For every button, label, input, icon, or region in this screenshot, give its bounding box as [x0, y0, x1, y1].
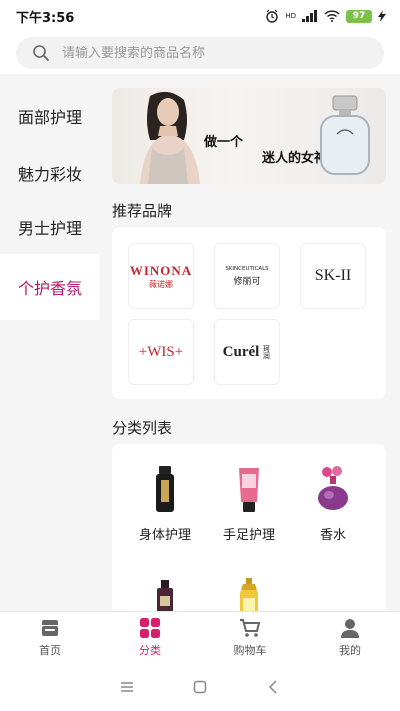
category-label: 手足护理: [222, 528, 275, 543]
tab-label: 分类: [139, 644, 161, 657]
tab-label: 购物车: [233, 644, 267, 657]
category-perfume[interactable]: 香水: [288, 464, 378, 543]
brand-skinceuticals[interactable]: SKINCEUTICALS 修丽可: [214, 243, 280, 309]
banner-slogan-line1: 做一个: [204, 135, 244, 150]
sidebar-item-label: 男士护理: [18, 219, 83, 238]
category-sidebar: 面部护理 魅力彩妆 男士护理 个护香氛: [0, 86, 99, 611]
brand-grid: WINONA 薇诺娜 SKINCEUTICALS 修丽可 SK-II +WIS+…: [112, 227, 386, 399]
back-button[interactable]: [253, 680, 293, 694]
brand-winona[interactable]: WINONA 薇诺娜: [128, 243, 194, 309]
main-content: 做一个 迷人的女神 推荐品牌 WINONA 薇诺娜 SKINCEUTICALS …: [99, 74, 400, 611]
hair-oil-bottle-icon: [157, 580, 173, 611]
category-item-4[interactable]: [120, 578, 210, 611]
signal-icon: [302, 10, 317, 22]
wifi-icon: [324, 10, 340, 22]
category-item-5[interactable]: [204, 578, 294, 611]
category-hand-foot-care[interactable]: 手足护理: [204, 464, 294, 543]
tab-label: 首页: [39, 644, 61, 657]
sidebar-item-personal-fragrance[interactable]: 个护香氛: [0, 254, 99, 320]
tab-label: 我的: [339, 644, 361, 657]
shampoo-bottle-icon: [240, 578, 258, 611]
category-body-care[interactable]: 身体护理: [120, 464, 210, 543]
black-bottle-icon: [156, 466, 174, 512]
category-grid: 身体护理 手足护理 香水: [112, 444, 386, 611]
brands-section-title: 推荐品牌: [112, 202, 173, 220]
promo-banner[interactable]: 做一个 迷人的女神: [112, 88, 386, 184]
status-bar: 下午3:56 HD 97: [0, 0, 400, 32]
home-button[interactable]: [180, 680, 220, 694]
tab-category[interactable]: 分类: [100, 612, 200, 663]
sidebar-item-label: 魅力彩妆: [18, 165, 83, 184]
category-label: 香水: [319, 528, 346, 543]
bottom-tab-bar: 首页 分类 购物车 我的: [0, 611, 400, 663]
brand-name: +WIS+: [138, 343, 184, 360]
user-icon: [341, 619, 359, 638]
brand-subtitle: 修丽可: [233, 276, 261, 287]
status-icons: HD 97: [265, 9, 386, 23]
brand-logo-row: Curél 珂润: [223, 344, 272, 361]
search-box[interactable]: [16, 37, 384, 69]
alarm-icon: [266, 9, 279, 23]
menu-button[interactable]: [107, 681, 147, 693]
tab-home[interactable]: 首页: [0, 612, 100, 663]
brand-name: SKINCEUTICALS: [225, 265, 269, 272]
sidebar-item-makeup[interactable]: 魅力彩妆: [0, 146, 99, 200]
home-icon: [42, 620, 58, 636]
brand-wis[interactable]: +WIS+: [128, 319, 194, 385]
model-photo: [140, 91, 200, 184]
menu-icon: [120, 682, 133, 692]
system-nav-bar: [0, 663, 400, 711]
sidebar-item-mens-care[interactable]: 男士护理: [0, 200, 99, 254]
cart-icon: [240, 619, 261, 637]
sidebar-item-face-care[interactable]: 面部护理: [0, 86, 99, 146]
category-label: 身体护理: [138, 528, 191, 543]
brand-name: WINONA: [129, 262, 193, 278]
brand-curel[interactable]: Curél 珂润: [214, 319, 280, 385]
brand-name: SK-II: [314, 267, 352, 284]
brand-subtitle: 薇诺娜: [149, 279, 173, 289]
pink-tube-icon: [239, 468, 259, 512]
categories-section-title: 分类列表: [112, 419, 173, 437]
search-bar: [0, 32, 400, 74]
network-label: HD: [285, 11, 296, 20]
back-chevron-icon: [269, 680, 277, 694]
sidebar-item-label: 个护香氛: [18, 279, 83, 298]
brand-name: Curél: [222, 343, 260, 360]
brand-subtitle: 珂润: [262, 345, 271, 359]
battery-indicator: 97: [346, 9, 372, 23]
category-grid-icon: [140, 618, 160, 638]
perfume-bottle-image: [320, 95, 370, 175]
status-time: 下午3:56: [16, 10, 75, 26]
charging-icon: [378, 10, 386, 22]
square-home-icon: [193, 680, 207, 694]
search-icon: [33, 45, 49, 61]
search-input[interactable]: [62, 45, 362, 61]
sidebar-item-label: 面部护理: [18, 108, 83, 127]
tab-cart[interactable]: 购物车: [200, 612, 300, 663]
perfume-icon: [318, 466, 348, 510]
tab-profile[interactable]: 我的: [300, 612, 400, 663]
brand-sk2[interactable]: SK-II: [300, 243, 366, 309]
